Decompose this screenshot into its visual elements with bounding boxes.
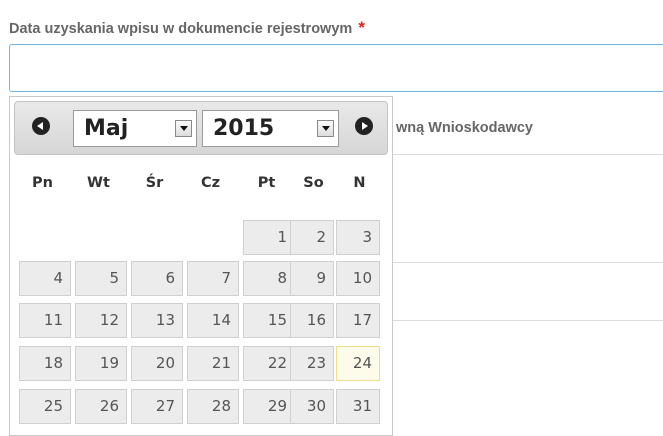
divider xyxy=(392,154,663,155)
weekday-label: N xyxy=(353,175,366,191)
prev-month-icon[interactable] xyxy=(32,117,50,135)
day-cell-19[interactable]: 19 xyxy=(75,346,127,381)
day-cell-2[interactable]: 2 xyxy=(290,220,334,255)
day-cell-30[interactable]: 30 xyxy=(290,389,334,424)
day-cell-24[interactable]: 24 xyxy=(336,346,380,381)
day-cell-17[interactable]: 17 xyxy=(336,303,380,338)
datepicker: Maj 2015 Pn Wt Śr Cz Pt So N 1 2 3 4 5 6 7 8 9 10 11 12 13… xyxy=(9,96,393,436)
divider xyxy=(392,320,663,321)
day-cell-6[interactable]: 6 xyxy=(131,261,183,296)
day-cell-31[interactable]: 31 xyxy=(336,389,380,424)
year-select-value: 2015 xyxy=(213,116,275,141)
day-cell-25[interactable]: 25 xyxy=(19,389,71,424)
day-cell-15[interactable]: 15 xyxy=(243,303,295,338)
day-cell-16[interactable]: 16 xyxy=(290,303,334,338)
day-cell-9[interactable]: 9 xyxy=(290,261,334,296)
day-cell-7[interactable]: 7 xyxy=(187,261,239,296)
day-cell-23[interactable]: 23 xyxy=(290,346,334,381)
next-month-icon[interactable] xyxy=(355,117,373,135)
day-cell-22[interactable]: 22 xyxy=(243,346,295,381)
day-cell-20[interactable]: 20 xyxy=(131,346,183,381)
dropdown-arrow-icon[interactable] xyxy=(175,120,192,137)
day-cell-4[interactable]: 4 xyxy=(19,261,71,296)
year-select[interactable]: 2015 xyxy=(202,110,339,147)
weekday-label: Wt xyxy=(87,175,110,191)
datepicker-header: Maj 2015 xyxy=(14,101,388,155)
dropdown-arrow-icon[interactable] xyxy=(317,120,334,137)
weekday-label: Pt xyxy=(257,175,276,191)
month-select-value: Maj xyxy=(84,116,129,141)
day-cell-26[interactable]: 26 xyxy=(75,389,127,424)
weekday-label: So xyxy=(303,175,324,191)
day-cell-1[interactable]: 1 xyxy=(243,220,295,255)
date-input[interactable] xyxy=(9,44,663,92)
date-field-label: Data uzyskania wpisu w dokumencie rejest… xyxy=(9,18,365,38)
day-cell-14[interactable]: 14 xyxy=(187,303,239,338)
day-cell-13[interactable]: 13 xyxy=(131,303,183,338)
day-cell-18[interactable]: 18 xyxy=(19,346,71,381)
day-cell-5[interactable]: 5 xyxy=(75,261,127,296)
date-field-label-text: Data uzyskania wpisu w dokumencie rejest… xyxy=(9,21,353,37)
day-cell-8[interactable]: 8 xyxy=(243,261,295,296)
day-cell-27[interactable]: 27 xyxy=(131,389,183,424)
day-cell-29[interactable]: 29 xyxy=(243,389,295,424)
required-asterisk: * xyxy=(358,18,365,37)
divider xyxy=(392,262,663,263)
weekday-label: Śr xyxy=(145,175,164,191)
day-cell-3[interactable]: 3 xyxy=(336,220,380,255)
weekday-label: Cz xyxy=(200,175,221,191)
day-cell-28[interactable]: 28 xyxy=(187,389,239,424)
day-cell-12[interactable]: 12 xyxy=(75,303,127,338)
month-select[interactable]: Maj xyxy=(73,110,197,147)
day-cell-21[interactable]: 21 xyxy=(187,346,239,381)
weekday-label: Pn xyxy=(32,175,53,191)
obscured-field-label: wną Wnioskodawcy xyxy=(396,120,533,136)
day-cell-11[interactable]: 11 xyxy=(19,303,71,338)
day-cell-10[interactable]: 10 xyxy=(336,261,380,296)
